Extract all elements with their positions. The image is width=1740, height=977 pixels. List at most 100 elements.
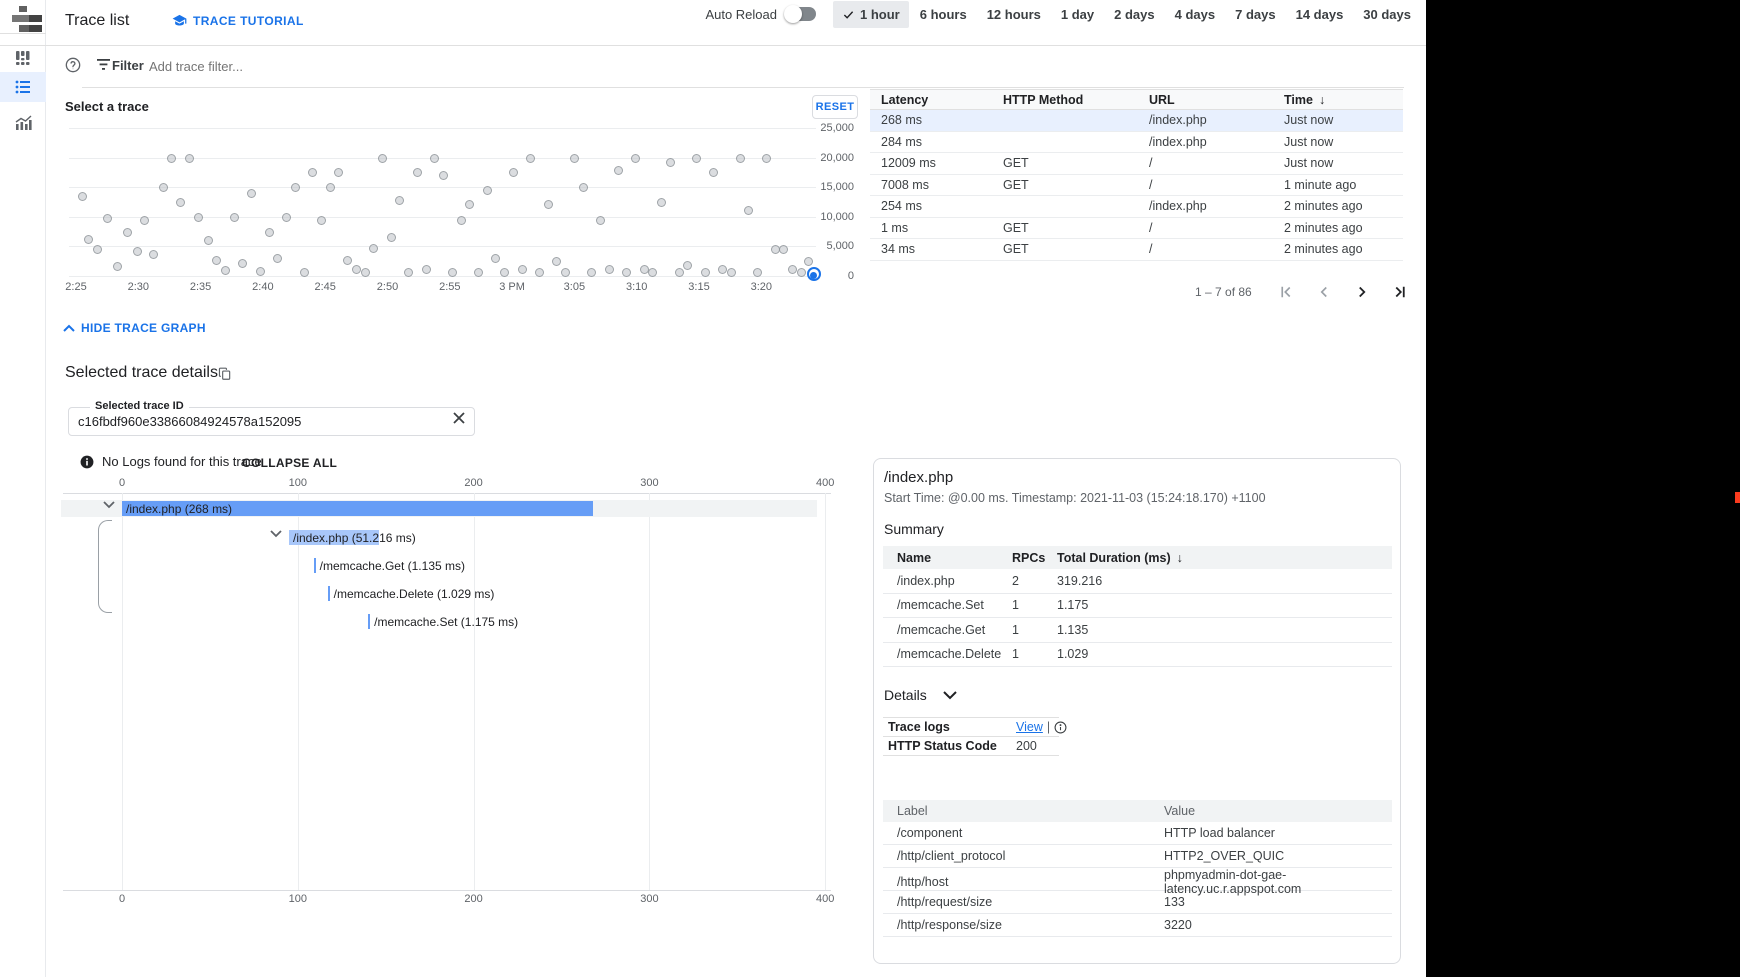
sidebar-item-trace-list[interactable] bbox=[0, 72, 46, 102]
auto-reload-toggle[interactable] bbox=[786, 7, 816, 21]
trace-dot[interactable] bbox=[149, 250, 158, 259]
table-row[interactable]: 34 msGET/2 minutes ago bbox=[870, 239, 1403, 261]
trace-dot[interactable] bbox=[238, 259, 247, 268]
summary-column-header[interactable]: Name bbox=[897, 551, 1012, 565]
trace-dot[interactable] bbox=[683, 261, 692, 270]
trace-dot[interactable] bbox=[103, 214, 112, 223]
view-logs-link[interactable]: View bbox=[1016, 720, 1043, 734]
span-row[interactable]: /memcache.Set (1.175 ms) bbox=[65, 613, 831, 630]
span-row[interactable]: /memcache.Delete (1.029 ms) bbox=[65, 585, 831, 602]
trace-dot[interactable] bbox=[265, 228, 274, 237]
details-section-toggle[interactable]: Details bbox=[884, 687, 957, 703]
trace-dot[interactable] bbox=[123, 228, 132, 237]
trace-dot[interactable] bbox=[788, 265, 797, 274]
reset-button[interactable]: RESET bbox=[812, 95, 858, 119]
hide-trace-graph-button[interactable]: HIDE TRACE GRAPH bbox=[63, 321, 206, 335]
range-button-1-hour[interactable]: 1 hour bbox=[833, 1, 909, 28]
trace-dot[interactable] bbox=[692, 154, 701, 163]
trace-dot[interactable] bbox=[736, 154, 745, 163]
trace-dot[interactable] bbox=[387, 233, 396, 242]
trace-dot[interactable] bbox=[308, 168, 317, 177]
table-row[interactable]: 268 ms/index.phpJust now bbox=[870, 110, 1403, 132]
trace-dot[interactable] bbox=[465, 200, 474, 209]
column-header[interactable]: URL bbox=[1149, 93, 1284, 107]
trace-dot[interactable] bbox=[579, 183, 588, 192]
span-row[interactable]: /index.php (268 ms) bbox=[65, 500, 831, 517]
column-header[interactable]: Latency bbox=[881, 93, 1003, 107]
trace-dot[interactable] bbox=[457, 216, 466, 225]
chevron-down-icon[interactable] bbox=[103, 501, 115, 509]
trace-dot[interactable] bbox=[614, 166, 623, 175]
trace-dot[interactable] bbox=[804, 257, 813, 266]
next-page-icon[interactable] bbox=[1350, 280, 1374, 304]
trace-dot[interactable] bbox=[526, 154, 535, 163]
trace-dot[interactable] bbox=[483, 186, 492, 195]
trace-dot[interactable] bbox=[317, 216, 326, 225]
trace-filter-input[interactable] bbox=[147, 58, 747, 75]
trace-dot[interactable] bbox=[631, 154, 640, 163]
trace-dot[interactable] bbox=[395, 196, 404, 205]
range-button-4-days[interactable]: 4 days bbox=[1166, 1, 1224, 28]
trace-dot[interactable] bbox=[334, 168, 343, 177]
chevron-down-icon[interactable] bbox=[270, 530, 282, 538]
trace-dot[interactable] bbox=[570, 154, 579, 163]
summary-column-header[interactable]: RPCs bbox=[1012, 551, 1057, 565]
trace-dot[interactable] bbox=[113, 262, 122, 271]
trace-dot[interactable] bbox=[78, 192, 87, 201]
span-bar[interactable] bbox=[328, 586, 330, 601]
trace-dot[interactable] bbox=[133, 247, 142, 256]
previous-page-icon[interactable] bbox=[1312, 280, 1336, 304]
sidebar-item-analytics[interactable] bbox=[0, 108, 46, 138]
table-row[interactable]: 7008 msGET/1 minute ago bbox=[870, 175, 1403, 197]
trace-dot[interactable] bbox=[291, 183, 300, 192]
trace-dot[interactable] bbox=[430, 154, 439, 163]
trace-dot[interactable] bbox=[300, 268, 309, 277]
first-page-icon[interactable] bbox=[1274, 280, 1298, 304]
trace-dot[interactable] bbox=[140, 216, 149, 225]
collapse-all-button[interactable]: COLLAPSE ALL bbox=[242, 456, 337, 470]
trace-dot[interactable] bbox=[326, 183, 335, 192]
trace-dot[interactable] bbox=[701, 268, 710, 277]
trace-dot[interactable] bbox=[93, 245, 102, 254]
trace-dot[interactable] bbox=[640, 265, 649, 274]
trace-dot[interactable] bbox=[369, 244, 378, 253]
trace-dot[interactable] bbox=[509, 168, 518, 177]
help-icon[interactable] bbox=[65, 57, 81, 73]
trace-dot[interactable] bbox=[605, 265, 614, 274]
span-row[interactable]: /index.php (51.216 ms) bbox=[65, 529, 831, 546]
span-row[interactable]: /memcache.Get (1.135 ms) bbox=[65, 557, 831, 574]
info-outline-icon[interactable] bbox=[1054, 721, 1067, 734]
table-row[interactable]: 284 ms/index.phpJust now bbox=[870, 132, 1403, 154]
trace-dot[interactable] bbox=[552, 257, 561, 266]
range-button-2-days[interactable]: 2 days bbox=[1105, 1, 1163, 28]
trace-dot[interactable] bbox=[212, 256, 221, 265]
trace-dot[interactable] bbox=[361, 268, 370, 277]
trace-dot[interactable] bbox=[422, 265, 431, 274]
column-header[interactable]: Time↓ bbox=[1284, 93, 1403, 107]
trace-dot[interactable] bbox=[159, 183, 168, 192]
table-row[interactable]: 1 msGET/2 minutes ago bbox=[870, 218, 1403, 240]
trace-dot[interactable] bbox=[491, 254, 500, 263]
trace-dot[interactable] bbox=[439, 171, 448, 180]
summary-column-header[interactable]: Total Duration (ms)↓ bbox=[1057, 551, 1392, 565]
span-bar[interactable] bbox=[314, 558, 316, 573]
trace-dot[interactable] bbox=[378, 154, 387, 163]
trace-dot[interactable] bbox=[675, 268, 684, 277]
trace-dot[interactable] bbox=[797, 268, 806, 277]
range-button-30-days[interactable]: 30 days bbox=[1354, 1, 1420, 28]
span-bar[interactable] bbox=[368, 614, 370, 629]
trace-dot[interactable] bbox=[709, 168, 718, 177]
trace-dot[interactable] bbox=[518, 265, 527, 274]
trace-dot[interactable] bbox=[500, 268, 509, 277]
trace-dot[interactable] bbox=[247, 189, 256, 198]
trace-dot[interactable] bbox=[718, 265, 727, 274]
trace-dot[interactable] bbox=[771, 245, 780, 254]
range-button-1-day[interactable]: 1 day bbox=[1052, 1, 1103, 28]
trace-dot[interactable] bbox=[230, 213, 239, 222]
trace-tutorial-button[interactable]: TRACE TUTORIAL bbox=[172, 13, 304, 28]
trace-dot[interactable] bbox=[596, 216, 605, 225]
range-button-14-days[interactable]: 14 days bbox=[1287, 1, 1353, 28]
trace-dot[interactable] bbox=[753, 268, 762, 277]
range-button-7-days[interactable]: 7 days bbox=[1226, 1, 1284, 28]
trace-dot[interactable] bbox=[666, 158, 675, 167]
